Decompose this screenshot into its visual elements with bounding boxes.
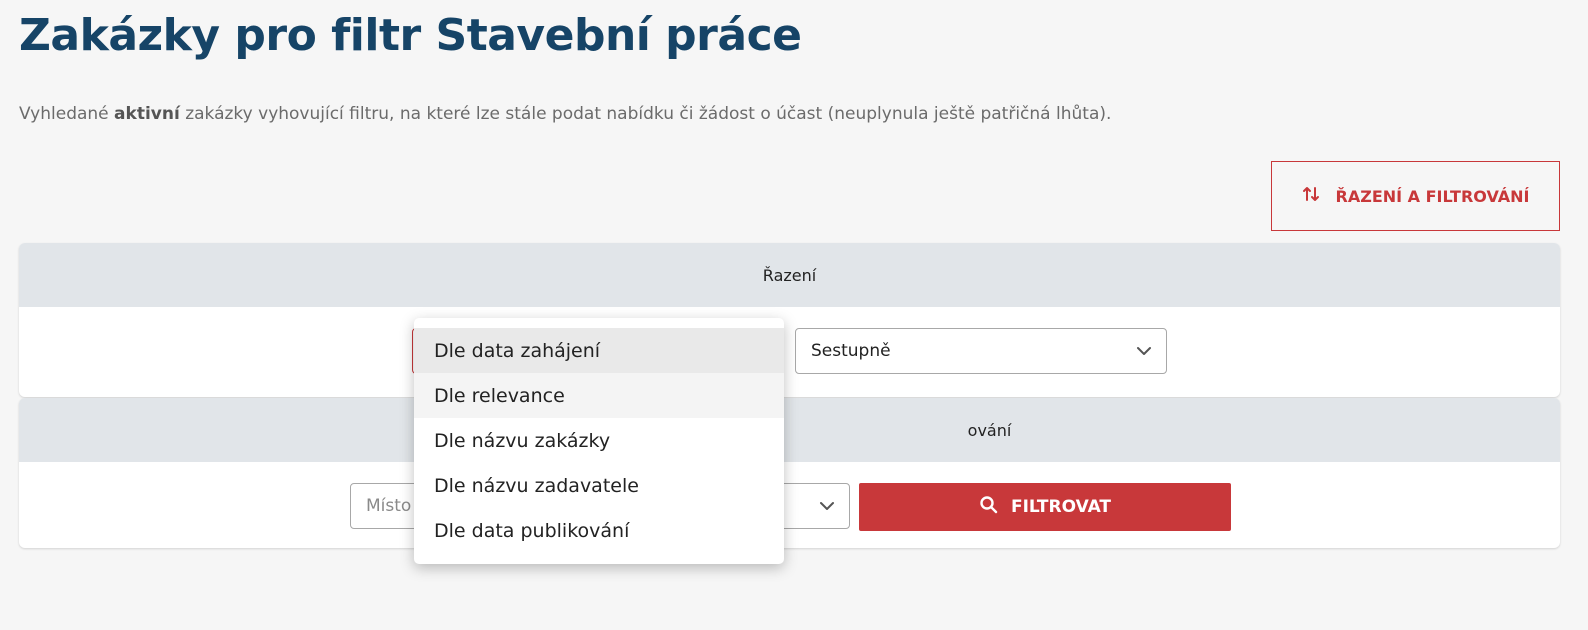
dropdown-option-relevance[interactable]: Dle relevance <box>414 373 784 418</box>
intro-bold: aktivní <box>114 104 180 124</box>
sort-arrows-icon <box>1302 185 1320 207</box>
sort-order-value: Sestupně <box>811 341 891 361</box>
sort-field-dropdown: Dle data zahájení Dle relevance Dle názv… <box>414 318 784 564</box>
dropdown-option-publication-date[interactable]: Dle data publikování <box>414 508 784 553</box>
sort-filter-label: ŘAZENÍ A FILTROVÁNÍ <box>1335 186 1530 206</box>
chevron-down-icon <box>819 498 835 514</box>
intro-text: Vyhledané aktivní zakázky vyhovující fil… <box>19 104 1112 124</box>
filter-panel-header-label: ování <box>967 420 1012 440</box>
filter-button-label: FILTROVAT <box>1010 497 1112 517</box>
place-placeholder: Místo <box>366 496 412 516</box>
search-icon <box>979 495 999 520</box>
dropdown-option-start-date[interactable]: Dle data zahájení <box>414 328 784 373</box>
dropdown-option-contract-name[interactable]: Dle názvu zakázky <box>414 418 784 463</box>
sort-order-select[interactable]: Sestupně <box>795 328 1167 374</box>
chevron-down-icon <box>1136 343 1152 359</box>
sort-panel: Řazení <box>19 243 1560 397</box>
page-title: Zakázky pro filtr Stavební práce <box>19 10 802 61</box>
filter-button[interactable]: FILTROVAT <box>859 483 1231 531</box>
sort-filter-button[interactable]: ŘAZENÍ A FILTROVÁNÍ <box>1271 161 1560 231</box>
dropdown-option-contracting-authority[interactable]: Dle názvu zadavatele <box>414 463 784 508</box>
filter-panel-header: ování <box>19 398 1560 462</box>
sort-panel-header: Řazení <box>19 243 1560 307</box>
